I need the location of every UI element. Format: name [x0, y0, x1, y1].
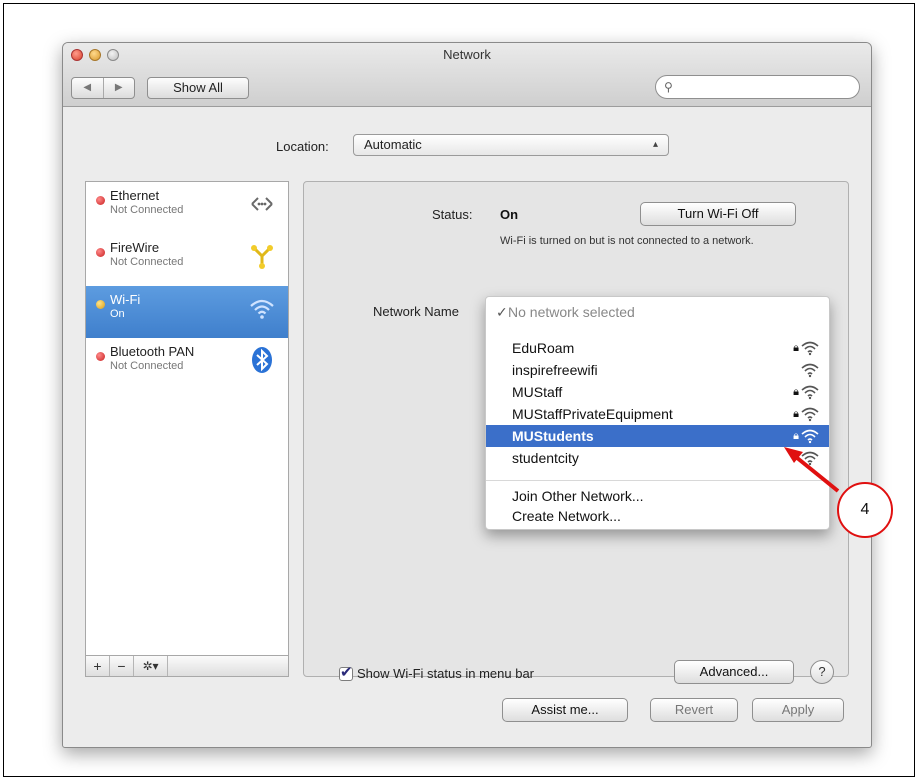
service-name: Bluetooth PAN — [110, 344, 195, 359]
status-dot-red — [96, 352, 105, 361]
forward-arrow-icon[interactable]: ▶ — [102, 78, 135, 98]
turn-wifi-off-button[interactable]: Turn Wi-Fi Off — [640, 202, 796, 226]
network-name: MUStudents — [512, 428, 594, 444]
service-item-wifi[interactable]: Wi-Fi On — [86, 286, 288, 338]
network-name-label: Network Name — [373, 304, 459, 319]
wifi-signal-icon — [801, 451, 819, 466]
titlebar: Network ◀ ▶ Show All ⚲ — [63, 43, 871, 107]
add-service-button[interactable]: + — [86, 656, 110, 676]
status-description: Wi-Fi is turned on but is not connected … — [500, 235, 754, 247]
network-name: inspirefreewifi — [512, 362, 598, 378]
search-input[interactable]: ⚲ — [655, 75, 860, 99]
location-value: Automatic — [364, 137, 422, 152]
network-item-mustudents[interactable]: MUStudents 🔒︎ — [486, 425, 829, 447]
wifi-signal-icon — [801, 407, 819, 422]
service-name: Ethernet — [110, 188, 160, 203]
network-name: EduRoam — [512, 340, 575, 356]
wifi-signal-icon — [801, 341, 819, 356]
remove-service-button[interactable]: − — [110, 656, 134, 676]
service-name: Wi-Fi — [110, 292, 141, 307]
status-label: Status: — [432, 207, 473, 222]
network-item-studentcity[interactable]: studentcity — [486, 447, 829, 469]
lock-icon: 🔒︎ — [793, 342, 799, 354]
show-all-button[interactable]: Show All — [147, 77, 249, 99]
step-callout: 4 — [837, 482, 893, 538]
service-status: Not Connected — [110, 360, 184, 372]
network-item-inspirefreewifi[interactable]: inspirefreewifi — [486, 359, 829, 381]
status-value: On — [500, 207, 519, 222]
stepper-arrows-icon: ▴ — [652, 139, 658, 150]
service-item-firewire[interactable]: FireWire Not Connected — [86, 234, 288, 286]
apply-button[interactable]: Apply — [752, 698, 844, 722]
join-other-network-item[interactable]: Join Other Network... — [486, 485, 829, 507]
wifi-signal-icon — [801, 429, 819, 444]
service-name: FireWire — [110, 240, 160, 255]
ethernet-icon — [251, 197, 273, 211]
assist-me-button[interactable]: Assist me... — [502, 698, 628, 722]
network-item-mustaffprivateequipment[interactable]: MUStaffPrivateEquipment 🔒︎ — [486, 403, 829, 425]
service-list: Ethernet Not Connected FireWire Not Conn… — [85, 181, 289, 657]
network-name: MUStaff — [512, 384, 563, 400]
service-list-toolbar: + − ✲▾ — [85, 655, 289, 677]
show-wifi-status-checkbox[interactable] — [339, 663, 353, 681]
create-network-item[interactable]: Create Network... — [486, 505, 829, 527]
search-icon: ⚲ — [664, 80, 673, 94]
dropdown-selected-item[interactable]: ✓ No network selected — [486, 301, 829, 323]
checkmark-icon: ✓ — [496, 304, 508, 320]
network-item-eduroam[interactable]: EduRoam 🔒︎ — [486, 337, 829, 359]
location-select[interactable]: Automatic ▴ — [353, 134, 669, 156]
lock-icon: 🔒︎ — [793, 386, 799, 398]
service-item-bluetooth-pan[interactable]: Bluetooth PAN Not Connected — [86, 338, 288, 390]
service-status: Not Connected — [110, 204, 184, 216]
firewire-icon — [251, 245, 273, 269]
lock-icon: 🔒︎ — [793, 430, 799, 442]
status-dot-yellow — [96, 300, 105, 309]
service-status: Not Connected — [110, 256, 184, 268]
window-title: Network — [443, 47, 491, 62]
dropdown-selected-label: No network selected — [508, 304, 635, 320]
show-wifi-status-row[interactable]: Show Wi-Fi status in menu bar — [339, 663, 535, 681]
status-dot-red — [96, 248, 105, 257]
bluetooth-icon — [252, 347, 272, 373]
service-item-ethernet[interactable]: Ethernet Not Connected — [86, 182, 288, 234]
menu-separator — [486, 480, 829, 481]
wifi-icon — [250, 299, 274, 319]
back-forward-control: ◀ ▶ — [71, 77, 135, 99]
back-arrow-icon[interactable]: ◀ — [72, 78, 103, 98]
location-label: Location: — [276, 139, 329, 154]
revert-button[interactable]: Revert — [650, 698, 738, 722]
wifi-signal-icon — [801, 363, 819, 378]
gear-icon[interactable]: ✲▾ — [134, 656, 168, 676]
advanced-button[interactable]: Advanced... — [674, 660, 794, 684]
network-item-mustaff[interactable]: MUStaff 🔒︎ — [486, 381, 829, 403]
help-button[interactable]: ? — [810, 660, 834, 684]
network-dropdown-menu: ✓ No network selected EduRoam 🔒︎ inspire… — [485, 296, 830, 530]
network-name: studentcity — [512, 450, 579, 466]
status-dot-red — [96, 196, 105, 205]
wifi-signal-icon — [801, 385, 819, 400]
network-name: MUStaffPrivateEquipment — [512, 406, 673, 422]
lock-icon: 🔒︎ — [793, 408, 799, 420]
service-status: On — [110, 308, 125, 320]
show-wifi-status-label: Show Wi-Fi status in menu bar — [357, 666, 535, 681]
